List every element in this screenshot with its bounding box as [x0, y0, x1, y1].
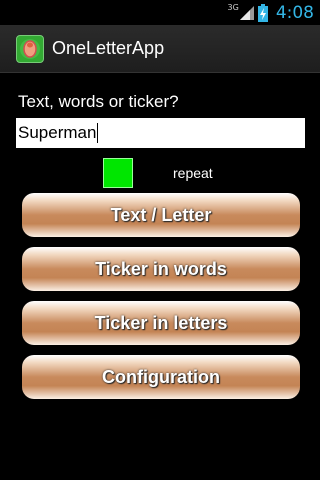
network-type: 3G: [227, 3, 239, 12]
action-bar: OneLetterApp: [0, 25, 320, 73]
clock: 4:08: [275, 2, 314, 23]
ticker-in-letters-button[interactable]: Ticker in letters: [22, 301, 300, 345]
battery-charging-icon: [257, 3, 268, 22]
prompt-label: Text, words or ticker?: [18, 92, 179, 111]
text-cursor: [97, 123, 99, 143]
text-input[interactable]: Superman: [16, 118, 305, 148]
main-content: Text, words or ticker? Superman repeat T…: [0, 73, 320, 480]
configuration-button[interactable]: Configuration: [22, 355, 300, 399]
text-input-value: Superman: [18, 123, 97, 142]
app-title: OneLetterApp: [52, 38, 165, 58]
app-finger-icon[interactable]: [16, 34, 44, 63]
signal-icon: [239, 5, 254, 20]
repeat-checkbox[interactable]: [103, 158, 133, 188]
status-bar: 3G 4:08: [0, 0, 320, 25]
text-letter-button[interactable]: Text / Letter: [22, 193, 300, 237]
repeat-label: repeat: [173, 165, 213, 181]
ticker-in-words-button[interactable]: Ticker in words: [22, 247, 300, 291]
